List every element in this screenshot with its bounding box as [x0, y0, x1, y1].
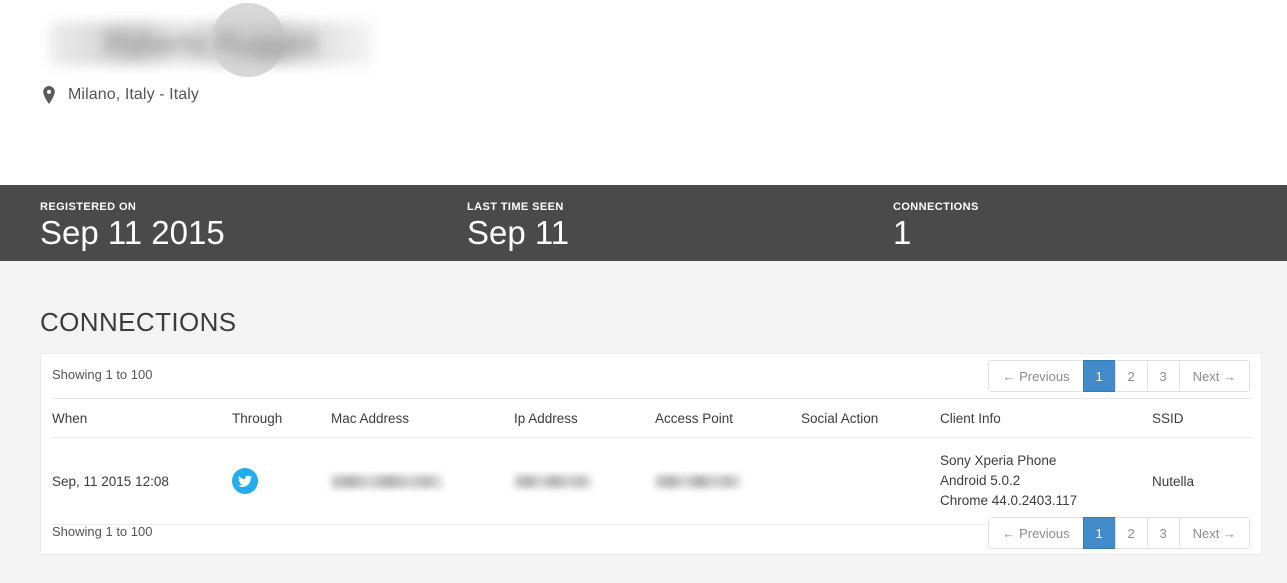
- pagination-previous-bottom[interactable]: ← Previous: [988, 517, 1083, 549]
- column-header-through[interactable]: Through: [232, 398, 331, 438]
- stat-label: LAST TIME SEEN: [467, 201, 564, 213]
- redacted-ip-address: [514, 475, 592, 489]
- pagination-top[interactable]: ← Previous 1 2 3 Next →: [988, 360, 1250, 392]
- stat-value: Sep 11: [467, 214, 570, 251]
- showing-entries-text-top: Showing 1 to 100: [52, 367, 153, 382]
- twitter-icon[interactable]: [232, 468, 258, 494]
- stats-bar: REGISTERED ON Sep 11 2015 LAST TIME SEEN…: [0, 185, 1287, 261]
- column-header-ip-address[interactable]: Ip Address: [514, 398, 655, 438]
- column-header-mac-address[interactable]: Mac Address: [331, 398, 514, 438]
- client-device: Sony Xperia Phone: [940, 453, 1057, 468]
- pagination-next-bottom[interactable]: Next →: [1178, 517, 1250, 549]
- column-header-social-action[interactable]: Social Action: [801, 398, 940, 438]
- connections-table: When Through Mac Address Ip Address Acce…: [52, 398, 1252, 525]
- pagination-page-3-bottom[interactable]: 3: [1146, 517, 1179, 549]
- stat-value: Sep 11 2015: [40, 214, 225, 251]
- stat-label: CONNECTIONS: [893, 201, 979, 213]
- column-header-when[interactable]: When: [52, 398, 232, 438]
- connections-section: CONNECTIONS Showing 1 to 100 ← Previous …: [0, 261, 1287, 583]
- pagination-page-2-top[interactable]: 2: [1114, 360, 1147, 392]
- stat-label: REGISTERED ON: [40, 201, 137, 213]
- client-os: Android 5.0.2: [940, 473, 1021, 488]
- profile-location: Milano, Italy - Italy: [42, 86, 199, 104]
- client-browser: Chrome 44.0.2403.117: [940, 493, 1078, 508]
- pagination-page-1-bottom[interactable]: 1: [1082, 517, 1115, 549]
- column-header-access-point[interactable]: Access Point: [655, 398, 801, 438]
- pagination-next-top[interactable]: Next →: [1178, 360, 1250, 392]
- pagination-page-2-bottom[interactable]: 2: [1114, 517, 1147, 549]
- showing-entries-text-bottom: Showing 1 to 100: [52, 524, 153, 539]
- section-title: CONNECTIONS: [40, 307, 237, 337]
- redacted-mac-address: [331, 475, 443, 489]
- redacted-access-point: [655, 475, 741, 489]
- pagination-page-3-top[interactable]: 3: [1146, 360, 1179, 392]
- panel-bottom-bar: Showing 1 to 100 ← Previous 1 2 3 Next →: [41, 511, 1261, 555]
- pagination-previous-top[interactable]: ← Previous: [988, 360, 1083, 392]
- panel-top-bar: Showing 1 to 100 ← Previous 1 2 3 Next →: [41, 354, 1261, 398]
- map-pin-icon: [42, 86, 56, 104]
- connections-panel: Showing 1 to 100 ← Previous 1 2 3 Next →…: [40, 353, 1262, 555]
- column-header-client-info[interactable]: Client Info: [940, 398, 1152, 438]
- stat-value: 1: [893, 214, 912, 251]
- pagination-page-1-top[interactable]: 1: [1082, 360, 1115, 392]
- location-text: Milano, Italy - Italy: [68, 86, 200, 103]
- column-header-ssid[interactable]: SSID: [1152, 398, 1252, 438]
- profile-name: Roberto Ruggeri: [104, 28, 318, 60]
- table-header-row: When Through Mac Address Ip Address Acce…: [52, 398, 1252, 438]
- profile-header: Roberto Ruggeri Milano, Italy - Italy: [0, 0, 1287, 185]
- pagination-bottom[interactable]: ← Previous 1 2 3 Next →: [988, 517, 1250, 549]
